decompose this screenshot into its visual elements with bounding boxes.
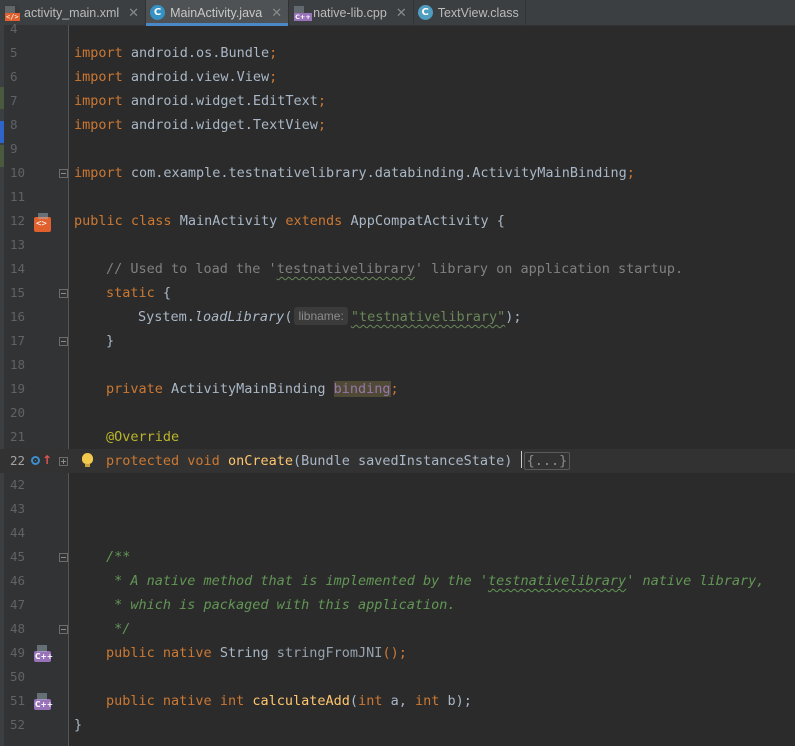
line-number: 15 <box>10 285 26 300</box>
code-line: 17 } <box>0 329 795 353</box>
code-line: 11 <box>0 185 795 209</box>
override-method-icon[interactable]: ↑ <box>31 453 52 469</box>
code-line: 46 * A native method that is implemented… <box>0 569 795 593</box>
layout-xml-icon[interactable] <box>34 213 51 232</box>
line-number: 13 <box>10 237 26 252</box>
code-line: 48 */ <box>0 617 795 641</box>
line-number: 12 <box>10 213 26 228</box>
folded-code-region[interactable]: {...} <box>523 452 571 470</box>
code-line: 14 // Used to load the 'testnativelibrar… <box>0 257 795 281</box>
code-text[interactable]: } <box>106 329 114 353</box>
line-number: 48 <box>10 621 26 636</box>
line-number: 7 <box>10 93 18 108</box>
code-text[interactable]: public class MainActivity extends AppCom… <box>74 209 505 233</box>
code-line: 42 <box>0 473 795 497</box>
current-code-line: 22 ↑ protected void onCreate(Bundle save… <box>0 449 795 473</box>
code-line: 4 <box>0 17 795 41</box>
code-line: 52 } <box>0 713 795 737</box>
line-number: 47 <box>10 597 26 612</box>
code-line: 12 public class MainActivity extends App… <box>0 209 795 233</box>
line-number: 42 <box>10 477 26 492</box>
fold-collapse-icon[interactable] <box>59 553 68 562</box>
fold-collapse-icon[interactable] <box>59 337 68 346</box>
line-number: 20 <box>10 405 26 420</box>
code-text[interactable]: protected void onCreate(Bundle savedInst… <box>106 449 571 473</box>
code-text[interactable]: */ <box>106 617 130 641</box>
line-number: 46 <box>10 573 26 588</box>
code-line: 9 <box>0 137 795 161</box>
line-number: 45 <box>10 549 26 564</box>
line-number: 17 <box>10 333 26 348</box>
line-number: 4 <box>10 21 18 36</box>
code-line: 7 import android.widget.EditText; <box>0 89 795 113</box>
code-line: 49 public native String stringFromJNI(); <box>0 641 795 665</box>
code-text[interactable]: import android.widget.EditText; <box>74 89 326 113</box>
code-line: 43 <box>0 497 795 521</box>
code-line: 50 <box>0 665 795 689</box>
line-number: 19 <box>10 381 26 396</box>
code-text[interactable]: static { <box>106 281 171 305</box>
fold-collapse-icon[interactable] <box>59 169 68 178</box>
line-number: 22 <box>10 453 26 468</box>
code-line: 10 import com.example.testnativelibrary.… <box>0 161 795 185</box>
fold-collapse-icon[interactable] <box>59 625 68 634</box>
line-number: 21 <box>10 429 26 444</box>
code-text[interactable]: System.loadLibrary(libname: "testnativeli… <box>138 305 522 329</box>
code-text[interactable]: } <box>74 713 82 737</box>
code-text[interactable]: public native String stringFromJNI(); <box>106 641 407 665</box>
code-line: 44 <box>0 521 795 545</box>
code-line: 8 import android.widget.TextView; <box>0 113 795 137</box>
line-number: 49 <box>10 645 26 660</box>
code-text[interactable]: import android.widget.TextView; <box>74 113 326 137</box>
code-line: 19 private ActivityMainBinding binding; <box>0 377 795 401</box>
code-line: 6 import android.view.View; <box>0 65 795 89</box>
code-text[interactable]: import android.view.View; <box>74 65 277 89</box>
line-number: 8 <box>10 117 18 132</box>
code-line: 51 public native int calculateAdd(int a,… <box>0 689 795 713</box>
line-number: 52 <box>10 717 26 732</box>
line-number: 50 <box>10 669 26 684</box>
code-text[interactable]: /** <box>106 545 130 569</box>
code-text[interactable]: import com.example.testnativelibrary.dat… <box>74 161 635 185</box>
code-text[interactable]: private ActivityMainBinding binding; <box>106 377 399 401</box>
code-line: 20 <box>0 401 795 425</box>
lightbulb-icon[interactable] <box>82 453 93 467</box>
cpp-native-icon[interactable] <box>34 693 53 710</box>
code-line: 45 /** <box>0 545 795 569</box>
text-caret <box>520 451 522 468</box>
code-line: 47 * which is packaged with this applica… <box>0 593 795 617</box>
line-number: 18 <box>10 357 26 372</box>
code-line: 16 System.loadLibrary(libname: "testnativ… <box>0 305 795 329</box>
line-number: 14 <box>10 261 26 276</box>
code-line: 15 static { <box>0 281 795 305</box>
parameter-hint: libname: <box>294 307 348 325</box>
cpp-native-icon[interactable] <box>34 645 53 662</box>
code-text[interactable]: public native int calculateAdd(int a, in… <box>106 689 472 713</box>
line-number: 44 <box>10 525 26 540</box>
line-number: 10 <box>10 165 26 180</box>
line-number: 51 <box>10 693 26 708</box>
code-text[interactable]: * A native method that is implemented by… <box>106 569 764 593</box>
line-number: 9 <box>10 141 18 156</box>
line-number: 43 <box>10 501 26 516</box>
code-line: 13 <box>0 233 795 257</box>
fold-expand-icon[interactable] <box>59 457 68 466</box>
fold-collapse-icon[interactable] <box>59 289 68 298</box>
code-text[interactable]: * which is packaged with this applicatio… <box>106 593 455 617</box>
code-text[interactable]: // Used to load the 'testnativelibrary' … <box>106 257 683 281</box>
code-line: 5 import android.os.Bundle; <box>0 41 795 65</box>
code-line: 18 <box>0 353 795 377</box>
line-number: 11 <box>10 189 26 204</box>
code-text[interactable]: @Override <box>106 425 179 449</box>
code-line: 21 @Override <box>0 425 795 449</box>
line-number: 6 <box>10 69 18 84</box>
line-number: 16 <box>10 309 26 324</box>
code-text[interactable]: import android.os.Bundle; <box>74 41 277 65</box>
line-number: 5 <box>10 45 18 60</box>
